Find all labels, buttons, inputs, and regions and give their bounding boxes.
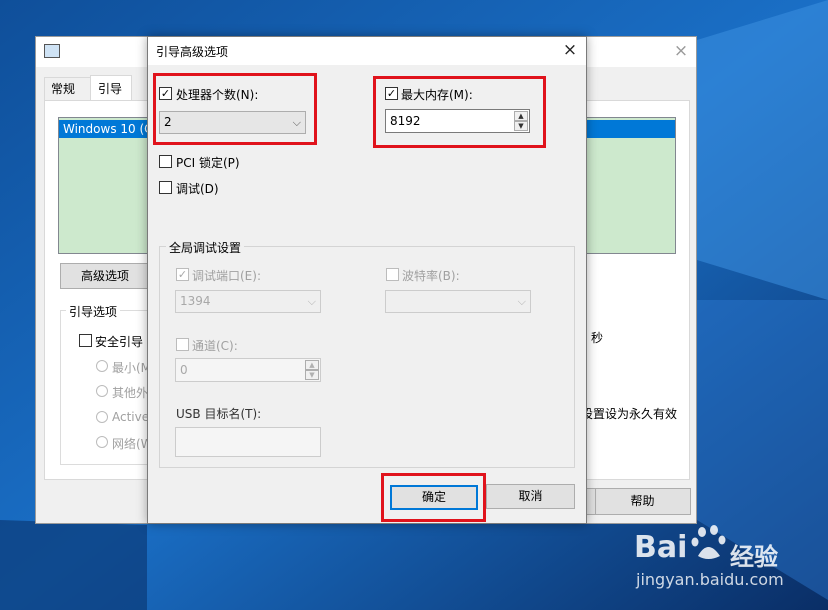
- safe-boot-label: 安全引导: [95, 335, 144, 349]
- debug-port-label: 调试端口(E):: [192, 269, 261, 283]
- help-button[interactable]: 帮助: [594, 488, 691, 515]
- global-debug-title: 全局调试设置: [166, 239, 245, 256]
- boot-options-title: 引导选项: [66, 303, 121, 320]
- debug-label: 调试(D): [176, 182, 219, 196]
- highlight-num-processors: [153, 73, 317, 145]
- radio-minimal[interactable]: [96, 360, 108, 372]
- cancel-button[interactable]: 取消: [486, 484, 575, 509]
- computer-icon: [44, 44, 60, 58]
- tab-boot-label: 引导: [98, 82, 123, 96]
- baud-rate-label: 波特率(B):: [402, 269, 460, 283]
- radio-network[interactable]: [96, 436, 108, 448]
- debug-port-value: 1394: [180, 294, 211, 308]
- spin-down-icon: ▼: [305, 370, 319, 380]
- dialog-titlebar: 引导高级选项 ×: [148, 37, 586, 65]
- channel-checkbox: [176, 338, 189, 351]
- usb-target-label: USB 目标名(T):: [176, 407, 262, 421]
- baud-rate-checkbox: [386, 268, 399, 281]
- spin-up-icon: ▲: [305, 360, 319, 370]
- pci-lock-label: PCI 锁定(P): [176, 156, 240, 170]
- tab-boot[interactable]: 引导: [90, 75, 132, 102]
- check-icon: ✓: [177, 268, 188, 281]
- advanced-options-button[interactable]: 高级选项: [60, 263, 150, 289]
- close-icon[interactable]: ×: [560, 40, 580, 60]
- baud-rate-select: ⌵: [385, 290, 531, 313]
- highlight-max-memory: [373, 76, 546, 148]
- baidu-paw-icon: [691, 525, 726, 559]
- debug-port-select: 1394 ⌵: [175, 290, 321, 313]
- seconds-label: 秒: [591, 331, 604, 345]
- radio-minimal-label: 最小(M: [112, 361, 152, 375]
- safe-boot-checkbox[interactable]: [79, 334, 92, 347]
- watermark-brand: Bai: [634, 530, 688, 565]
- chevron-down-icon: ⌵: [517, 295, 526, 308]
- debug-checkbox[interactable]: [159, 181, 172, 194]
- radio-active-directory[interactable]: [96, 411, 108, 423]
- make-permanent-label: 设置设为永久有效: [581, 407, 678, 421]
- channel-input: 0 ▲ ▼: [175, 358, 321, 382]
- pci-lock-checkbox[interactable]: [159, 155, 172, 168]
- tab-general[interactable]: 常规: [44, 77, 92, 100]
- dialog-title: 引导高级选项: [156, 45, 229, 59]
- highlight-ok-button: [381, 473, 486, 522]
- radio-alternate-shell-label: 其他外: [112, 386, 149, 400]
- close-icon[interactable]: ×: [671, 41, 691, 61]
- channel-value: 0: [180, 363, 188, 377]
- radio-alternate-shell[interactable]: [96, 385, 108, 397]
- debug-port-checkbox: ✓: [176, 268, 189, 281]
- chevron-down-icon: ⌵: [307, 295, 316, 308]
- radio-active-directory-label: Active: [112, 410, 150, 424]
- usb-target-input: [175, 427, 321, 457]
- watermark-url: jingyan.baidu.com: [636, 570, 784, 589]
- channel-label: 通道(C):: [192, 339, 238, 353]
- watermark-brand-suffix: 经验: [730, 543, 778, 571]
